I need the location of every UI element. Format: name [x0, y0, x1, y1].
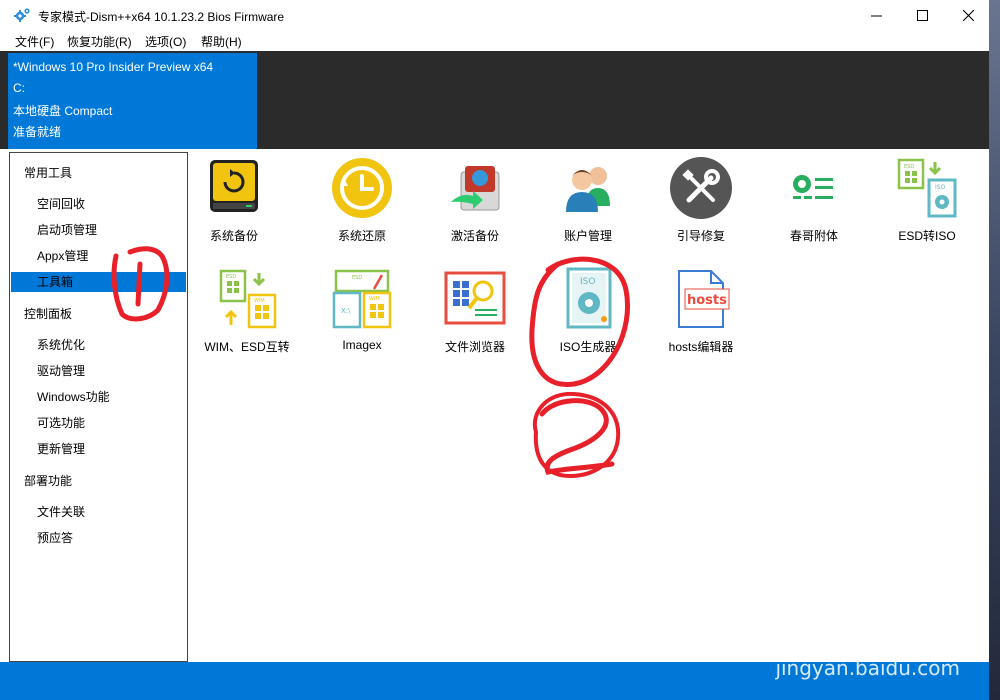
os-name: *Windows 10 Pro Insider Preview x64 [13, 60, 214, 74]
session-card[interactable]: *Windows 10 Pro Insider Preview x64 C: 本… [8, 53, 257, 149]
menu-options[interactable]: 选项(O) [145, 33, 186, 50]
window-title: 专家模式-Dism++x64 10.1.23.2 Bios Firmware [38, 10, 285, 24]
svg-text:ISO: ISO [935, 184, 946, 191]
maximize-button[interactable] [899, 0, 945, 30]
tool-label: 激活备份 [450, 229, 499, 243]
tool-iso-maker[interactable]: ISO ISO生成器 [533, 265, 643, 365]
menu-restore[interactable]: 恢复功能(R) [67, 33, 132, 50]
svg-text:WIM: WIM [254, 298, 265, 304]
hdd-backup-icon [210, 160, 258, 212]
tool-label: 春哥附体 [789, 229, 838, 243]
tool-wim-esd-convert[interactable]: ESD WIM WIM、ESD互转 [192, 265, 302, 365]
tool-label: 系统备份 [209, 229, 258, 243]
file-browser-icon [444, 271, 506, 325]
watermark: Baidu经验 jingyan.baidu.com [775, 612, 960, 680]
svg-text:hosts: hosts [687, 293, 727, 308]
watermark-logo: Baidu经验 [775, 620, 939, 655]
svg-text:WIM: WIM [369, 296, 380, 302]
tool-label: ESD转ISO [898, 229, 956, 243]
svg-text:X:\: X:\ [341, 307, 351, 315]
tool-imagex[interactable]: ESD X:\ WIM Imagex [307, 265, 417, 365]
watermark-url: jingyan.baidu.com [775, 656, 960, 680]
sidebar-group-control-panel[interactable]: 控制面板 [24, 305, 72, 322]
tool-label: ISO生成器 [559, 340, 617, 354]
sidebar-item-updates[interactable]: 更新管理 [37, 440, 85, 457]
sidebar-item-optional-features[interactable]: 可选功能 [37, 414, 85, 431]
sidebar-group-deploy[interactable]: 部署功能 [24, 472, 72, 489]
tool-boot-repair[interactable]: 引导修复 [646, 154, 756, 254]
tool-system-backup[interactable]: 系统备份 [179, 154, 289, 254]
tool-label: hosts编辑器 [668, 340, 734, 354]
minimize-icon [870, 15, 882, 16]
imagex-icon: ESD X:\ WIM [332, 269, 392, 329]
tool-label: Imagex [342, 338, 382, 352]
minimize-button[interactable] [853, 0, 899, 30]
menu-file[interactable]: 文件(F) [15, 33, 54, 50]
tool-label: 引导修复 [676, 229, 725, 243]
activation-backup-icon [451, 166, 500, 211]
tools-repair-icon [670, 157, 732, 219]
tool-esd-to-iso[interactable]: ESD ISO ESD转ISO [872, 154, 982, 254]
disk-type: 本地硬盘 Compact [13, 104, 113, 118]
tool-file-browser[interactable]: 文件浏览器 [420, 265, 530, 365]
tool-hosts-editor[interactable]: hosts hosts编辑器 [646, 265, 756, 365]
drive-letter: C: [13, 81, 25, 95]
menu-help[interactable]: 帮助(H) [201, 33, 242, 50]
sidebar-item-windows-features[interactable]: Windows功能 [37, 388, 110, 405]
tool-label: 账户管理 [563, 229, 612, 243]
tool-label: 系统还原 [337, 229, 386, 243]
hosts-editor-icon: hosts [678, 270, 730, 328]
sidebar-item-appx[interactable]: Appx管理 [37, 247, 88, 264]
sidebar-item-startup[interactable]: 启动项管理 [37, 221, 97, 238]
iso-maker-icon: ISO [566, 267, 612, 329]
maximize-icon [916, 9, 928, 21]
app-window: 专家模式-Dism++x64 10.1.23.2 Bios Firmware 文… [0, 0, 989, 700]
menu-bar: 文件(F) 恢复功能(R) 选项(O) 帮助(H) [0, 30, 989, 51]
tool-system-restore[interactable]: 系统还原 [307, 154, 417, 254]
svg-text:ESD: ESD [352, 275, 362, 281]
sidebar-item-space-cleanup[interactable]: 空间回收 [37, 195, 85, 212]
tool-chunge[interactable]: 春哥附体 [759, 154, 869, 254]
svg-text:ESD: ESD [226, 274, 236, 280]
esd-to-iso-icon: ESD ISO [897, 158, 957, 218]
sidebar-item-drivers[interactable]: 驱动管理 [37, 362, 85, 379]
session-status: 准备就绪 [13, 125, 62, 139]
title-bar: 专家模式-Dism++x64 10.1.23.2 Bios Firmware [0, 0, 989, 30]
toolbox-panel: 系统备份 系统还原 激活备份 账户管理 引导修复 春哥附体 ESD ISO ES… [189, 152, 989, 662]
users-icon [566, 167, 610, 212]
tool-activation-backup[interactable]: 激活备份 [420, 154, 530, 254]
tool-label: WIM、ESD互转 [204, 340, 290, 354]
svg-text:ISO: ISO [580, 277, 595, 287]
toggle-list-icon [793, 175, 833, 199]
wim-esd-convert-icon: ESD WIM [219, 269, 277, 329]
tool-label: 文件浏览器 [444, 340, 505, 354]
close-button[interactable] [945, 0, 991, 30]
sidebar-item-file-assoc[interactable]: 文件关联 [37, 503, 85, 520]
gears-icon [14, 8, 30, 22]
tool-account-manager[interactable]: 账户管理 [533, 154, 643, 254]
sidebar-item-optimize[interactable]: 系统优化 [37, 336, 85, 353]
sidebar: 常用工具 空间回收 启动项管理 Appx管理 工具箱 控制面板 系统优化 驱动管… [9, 152, 188, 662]
clock-restore-icon [332, 158, 392, 218]
sidebar-item-unattend[interactable]: 预应答 [37, 529, 73, 546]
desktop-background [989, 0, 1000, 700]
sidebar-group-common-tools[interactable]: 常用工具 [24, 164, 72, 181]
sidebar-item-toolbox[interactable]: 工具箱 [37, 273, 73, 290]
svg-text:ESD: ESD [904, 164, 914, 170]
close-icon [962, 9, 974, 21]
